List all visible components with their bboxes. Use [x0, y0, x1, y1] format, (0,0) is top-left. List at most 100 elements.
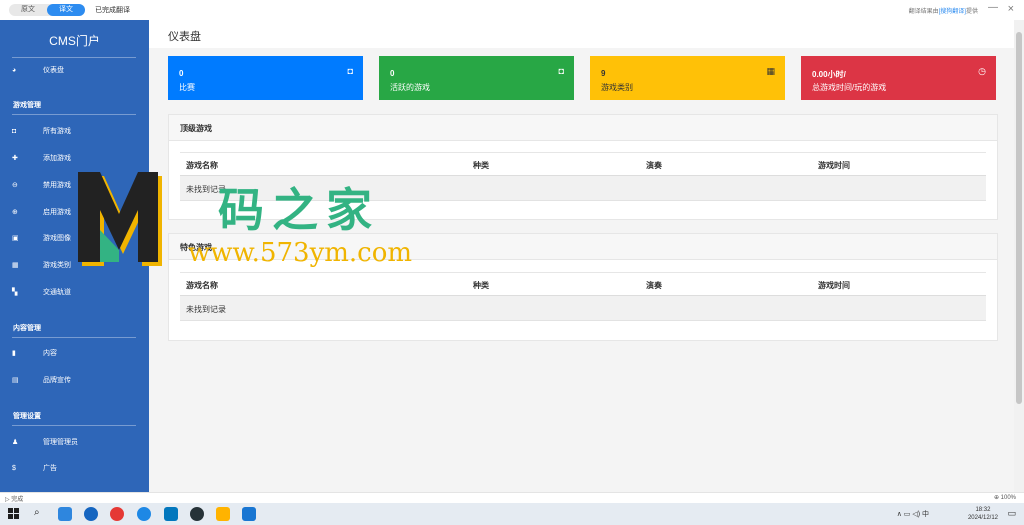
sidebar-item-label: 游戏类别	[43, 262, 71, 269]
clock-icon: ◷	[978, 66, 986, 76]
chrome-icon[interactable]	[110, 507, 124, 521]
scrollbar[interactable]	[1014, 20, 1024, 492]
stat-value: 0	[179, 69, 184, 78]
status-bar: ▷ 完成 ⊕ 100%	[0, 492, 1024, 503]
card-icon: ▤	[12, 377, 19, 384]
stat-card-play-time[interactable]: 0.00小时/ 总游戏时间/玩的游戏 ◷	[801, 56, 996, 100]
section-divider	[12, 114, 136, 115]
minimize-icon[interactable]: —	[988, 2, 998, 13]
column-header[interactable]: 游戏时间	[818, 280, 850, 291]
taskbar: ⌕ ∧ ▭ ◁) 中 18:32 2024/12/12 ▭	[0, 503, 1024, 525]
app-icon[interactable]	[84, 507, 98, 521]
clock-time: 18:32	[975, 507, 991, 513]
notification-icon[interactable]: ▭	[1007, 508, 1016, 519]
app-icon[interactable]	[58, 507, 72, 521]
sidebar-item-branding[interactable]: ▤ 品牌宣传	[12, 375, 71, 387]
sidebar-item-content[interactable]: ▮ 内容	[12, 348, 57, 360]
status-text: ▷ 完成	[5, 497, 24, 503]
search-icon[interactable]: ⌕	[34, 507, 40, 518]
stat-card-categories[interactable]: 9 游戏类别 ▦	[590, 56, 785, 100]
sidebar-item-ads[interactable]: $ 广告	[12, 463, 57, 475]
sidebar-item-traffic[interactable]: ▚ 交通轨道	[12, 287, 71, 299]
table-header: 游戏名称 种类 演奏 游戏时间	[180, 272, 986, 296]
image-icon: ▣	[12, 235, 19, 242]
translate-credit: 翻译结果由[搜狗翻译]提供	[909, 6, 978, 15]
users-icon: ♟	[12, 439, 19, 446]
column-header[interactable]: 游戏名称	[186, 280, 218, 291]
stat-value: 9	[601, 69, 606, 78]
sidebar-item-label: 内容	[43, 350, 57, 357]
sidebar-item-add-game[interactable]: ✚ 添加游戏	[12, 153, 71, 165]
stat-card-active-games[interactable]: 0 活跃的游戏 ◘	[379, 56, 574, 100]
close-icon[interactable]: ×	[1008, 3, 1014, 15]
watermark-text: 码之家	[218, 183, 380, 237]
watermark: 码之家 www.573ym.com	[78, 170, 448, 270]
section-divider	[12, 425, 136, 426]
column-header[interactable]: 游戏时间	[818, 160, 850, 171]
plus-icon: ✚	[12, 155, 18, 162]
map-icon: ▚	[12, 289, 18, 296]
column-header[interactable]: 种类	[473, 160, 489, 171]
sidebar-item-enable-game[interactable]: ⊕ 启用游戏	[12, 207, 71, 219]
translate-status: 已完成翻译	[95, 7, 130, 14]
watermark-url: www.573ym.com	[188, 238, 413, 268]
stat-card-matches[interactable]: 0 比赛 ◘	[168, 56, 363, 100]
sidebar-item-admins[interactable]: ♟ 管理管理员	[12, 437, 78, 449]
clock[interactable]: 18:32 2024/12/12	[968, 506, 998, 522]
gamepad-icon: ◘	[12, 128, 17, 135]
stat-label: 比赛	[179, 83, 195, 92]
zoom-level[interactable]: ⊕ 100%	[994, 494, 1016, 501]
scrollbar-thumb[interactable]	[1016, 32, 1022, 404]
sidebar-item-dashboard[interactable]: ◕ 仪表盘	[12, 65, 64, 77]
qq-icon[interactable]	[190, 507, 204, 521]
browser-icon[interactable]	[137, 507, 151, 521]
credit-prefix: 翻译结果由	[908, 9, 939, 15]
clock-date: 2024/12/12	[967, 515, 998, 521]
sidebar-item-all-games[interactable]: ◘ 所有游戏	[12, 126, 71, 138]
sogou-link[interactable]: [搜狗翻译]	[939, 9, 966, 15]
section-divider	[12, 337, 136, 338]
stat-value: 0.00小时/	[812, 70, 846, 79]
sidebar-item-game-images[interactable]: ▣ 游戏图像	[12, 233, 71, 245]
sidebar-item-label: 仪表盘	[43, 67, 64, 74]
bookmark-icon: ▮	[12, 350, 16, 357]
column-header[interactable]: 演奏	[646, 160, 662, 171]
grid-icon: ▦	[12, 262, 19, 269]
column-header[interactable]: 演奏	[646, 280, 662, 291]
empty-message: 未找到记录	[186, 305, 226, 314]
sidebar-item-game-categories[interactable]: ▦ 游戏类别	[12, 260, 71, 272]
column-header[interactable]: 种类	[473, 280, 489, 291]
stat-value: 0	[390, 69, 395, 78]
gamepad-icon: ◘	[347, 66, 353, 76]
ime-indicator[interactable]: 中	[922, 511, 929, 518]
folder-icon[interactable]	[216, 507, 230, 521]
sidebar-item-label: 禁用游戏	[43, 182, 71, 189]
sidebar-item-label: 所有游戏	[43, 128, 71, 135]
brand-title[interactable]: CMS门户	[0, 32, 149, 49]
stat-label: 活跃的游戏	[390, 83, 430, 92]
sidebar-item-label: 交通轨道	[43, 289, 71, 296]
section-title-settings: 管理设置	[13, 413, 41, 420]
zoom-value: 100%	[1000, 495, 1016, 501]
translate-bar: 原文 译文 已完成翻译 翻译结果由[搜狗翻译]提供 — ×	[0, 0, 1024, 21]
sidebar-item-disable-game[interactable]: ⊖ 禁用游戏	[12, 180, 71, 192]
watermark-logo-icon	[78, 172, 162, 266]
windows-start-icon[interactable]	[8, 508, 20, 520]
brand-divider	[12, 57, 136, 58]
stat-label: 游戏类别	[601, 83, 633, 92]
sidebar-item-label: 添加游戏	[43, 155, 71, 162]
translate-toggle[interactable]: 原文 译文	[9, 4, 85, 16]
section-title-content: 内容管理	[13, 325, 41, 332]
sidebar-item-label: 启用游戏	[43, 209, 71, 216]
panel-title: 顶级游戏	[180, 124, 212, 133]
tab-translated[interactable]: 译文	[47, 4, 85, 16]
stat-label: 总游戏时间/玩的游戏	[812, 83, 887, 92]
page-header: 仪表盘	[149, 20, 1014, 48]
tab-original[interactable]: 原文	[9, 4, 47, 16]
edge-icon[interactable]	[164, 507, 178, 521]
tray-icons[interactable]: ∧ ▭ ◁) 中	[897, 509, 929, 519]
photos-icon[interactable]	[242, 507, 256, 521]
plus-circle-icon: ⊕	[12, 209, 18, 216]
sidebar-item-label: 品牌宣传	[43, 377, 71, 384]
credit-suffix: 提供	[965, 9, 978, 15]
